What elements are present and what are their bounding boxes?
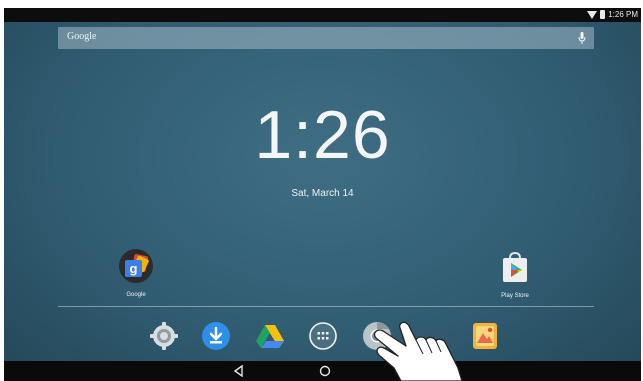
back-icon[interactable] [232, 365, 246, 377]
status-bar: 1:26 PM [4, 8, 641, 22]
google-folder-icon: g [119, 249, 153, 283]
google-search-bar[interactable]: Google [58, 27, 594, 49]
clock-date: Sat, March 14 [291, 188, 354, 199]
dock-divider [58, 306, 594, 307]
play-store-app[interactable]: Play Store [488, 251, 542, 299]
settings-icon[interactable] [149, 321, 179, 351]
mic-icon[interactable] [578, 32, 586, 44]
tapping-hand-illustration [373, 321, 463, 381]
play-store-icon [503, 251, 527, 282]
status-time: 1:26 PM [608, 10, 638, 19]
clock-time[interactable]: 1:26 [4, 100, 641, 170]
wifi-icon [587, 10, 598, 19]
google-app-folder[interactable]: g Google [114, 248, 158, 298]
drive-icon[interactable] [255, 321, 285, 351]
status-indicators: 1:26 PM [587, 9, 638, 20]
svg-text:g: g [130, 261, 138, 276]
all-apps-icon[interactable] [308, 321, 338, 351]
downloads-icon[interactable] [201, 321, 231, 351]
search-bar-label: Google [67, 31, 97, 42]
home-icon[interactable] [318, 365, 332, 377]
google-app-label: Google [126, 292, 146, 298]
play-store-label: Play Store [501, 293, 529, 299]
home-screen: 1:26 PM Google 1:26 Sat, March 14 g Goog… [4, 8, 641, 381]
navigation-bar [4, 361, 641, 381]
battery-icon [600, 10, 606, 19]
